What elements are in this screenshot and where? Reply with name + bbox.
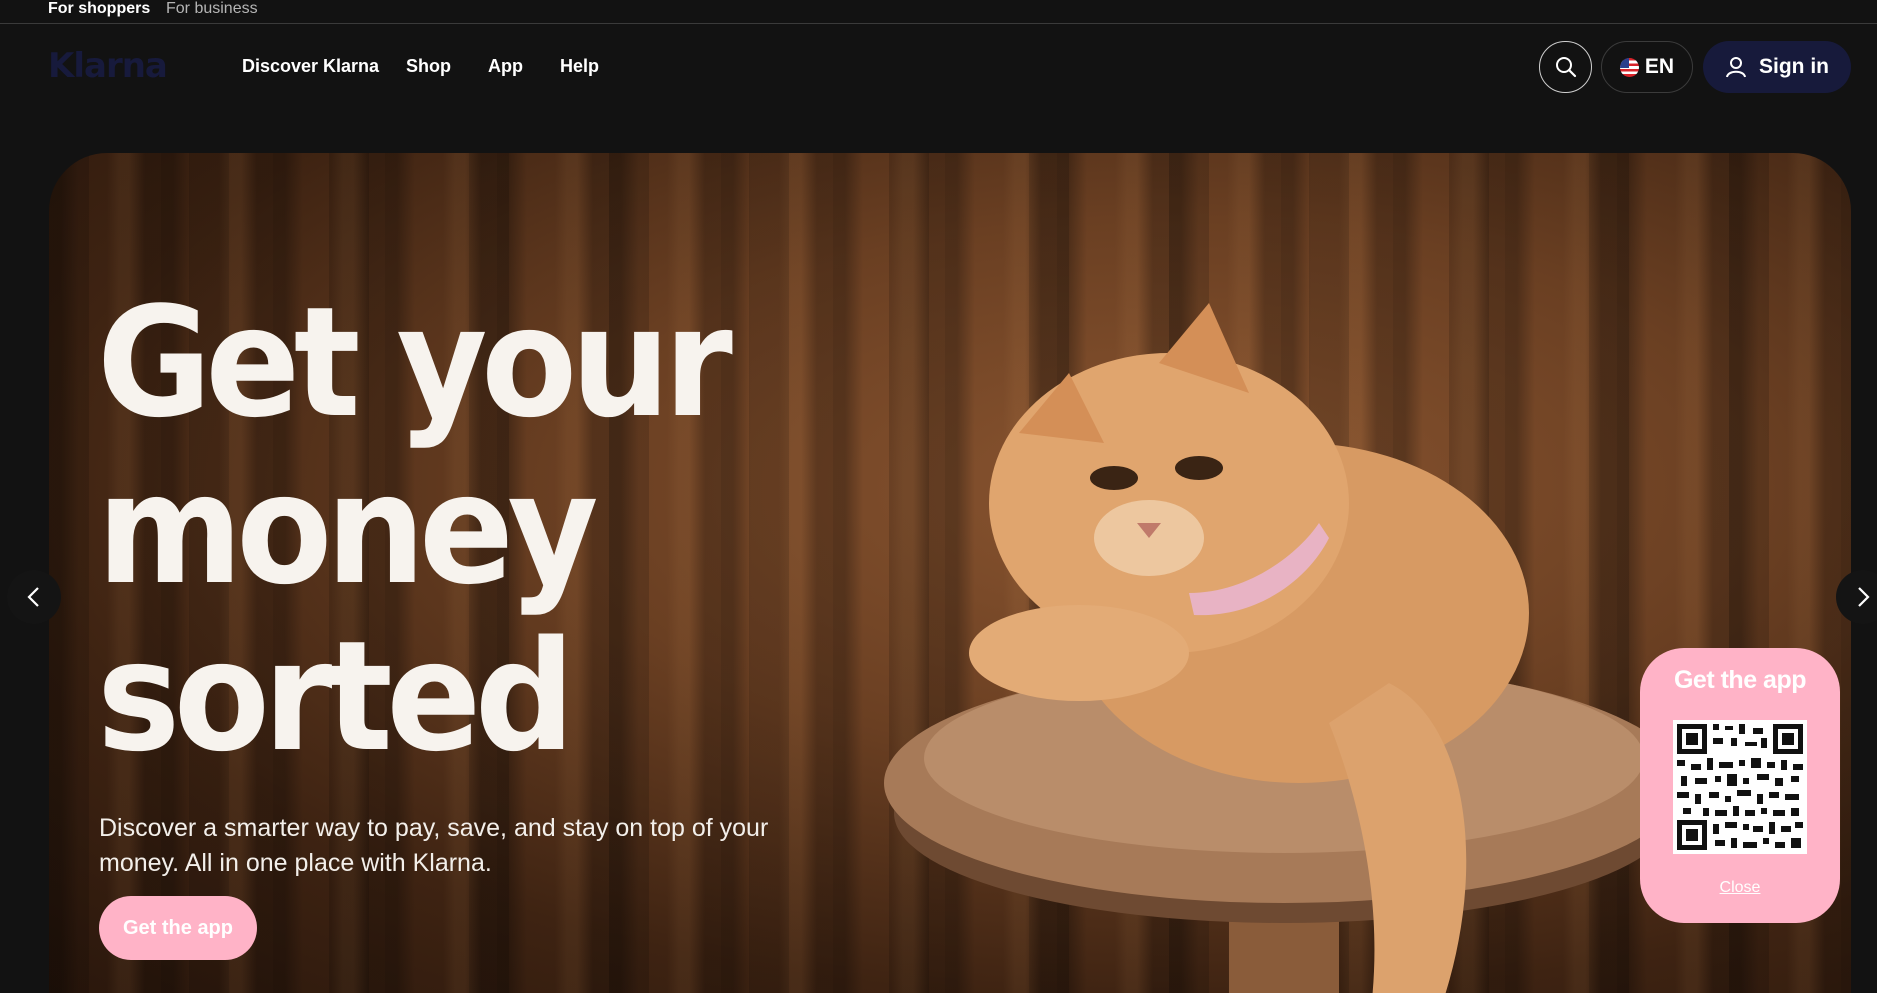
search-icon	[1555, 57, 1576, 78]
carousel-prev-button[interactable]	[7, 570, 61, 624]
app-card-title: Get the app	[1673, 666, 1807, 694]
audience-switcher: For shoppers For business	[0, 0, 1877, 24]
get-the-app-button[interactable]: Get the app	[99, 896, 257, 960]
qr-code	[1673, 720, 1807, 854]
nav-app[interactable]: App	[488, 56, 523, 77]
headline-line-2: money	[97, 441, 599, 618]
sign-in-label: Sign in	[1759, 55, 1829, 78]
get-the-app-card: Get the app Close	[1640, 648, 1840, 923]
language-button[interactable]: EN	[1601, 41, 1693, 93]
search-button[interactable]	[1539, 41, 1592, 93]
for-shoppers-link[interactable]: For shoppers	[48, 0, 150, 17]
hero-subtext: Discover a smarter way to pay, save, and…	[99, 814, 769, 877]
cat-on-cat-tree-image	[884, 303, 1684, 993]
close-app-card-link[interactable]: Close	[1640, 879, 1840, 897]
user-icon	[1726, 57, 1746, 78]
sign-in-button[interactable]: Sign in	[1703, 41, 1851, 93]
us-flag-icon	[1619, 57, 1639, 77]
nav-help[interactable]: Help	[560, 56, 599, 77]
headline-line-3: sorted	[97, 608, 575, 785]
klarna-logo[interactable]: Klarna	[48, 46, 168, 86]
hero-headline: Get your money sorted	[97, 279, 741, 780]
chevron-left-icon	[27, 587, 39, 607]
nav-shop[interactable]: Shop	[406, 56, 451, 77]
for-business-link[interactable]: For business	[166, 0, 258, 17]
headline-line-1: Get your	[97, 274, 733, 451]
language-label: EN	[1644, 55, 1675, 78]
chevron-right-icon	[1858, 587, 1870, 607]
nav-discover-klarna[interactable]: Discover Klarna	[242, 56, 379, 77]
hero-banner: Get your money sorted Discover a smarter…	[49, 153, 1851, 993]
